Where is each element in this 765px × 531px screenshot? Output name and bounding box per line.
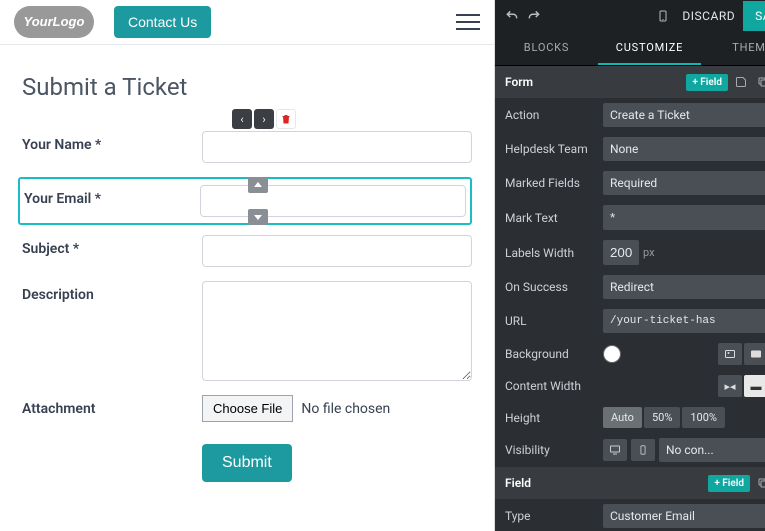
field-attachment[interactable]: Attachment Choose File No file chosen bbox=[22, 395, 472, 422]
svg-text:YourLogo: YourLogo bbox=[24, 14, 85, 29]
team-select[interactable]: None bbox=[603, 137, 765, 161]
action-select[interactable]: Create a Ticket bbox=[603, 103, 765, 127]
email-input[interactable] bbox=[200, 185, 466, 217]
bg-video-icon[interactable] bbox=[744, 343, 765, 365]
description-textarea[interactable] bbox=[202, 281, 472, 381]
prop-marktext: Mark Text bbox=[495, 200, 765, 235]
field-toolbar: ‹ › bbox=[232, 109, 296, 129]
tab-customize[interactable]: CUSTOMIZE bbox=[598, 32, 701, 65]
prop-url: URL /your-ticket-has⇱ bbox=[495, 304, 765, 338]
page-title: Submit a Ticket bbox=[22, 73, 472, 101]
tab-blocks[interactable]: BLOCKS bbox=[495, 32, 598, 65]
prop-height: Height Auto 50% 100% bbox=[495, 402, 765, 433]
prop-label: Labels Width bbox=[505, 246, 603, 260]
move-up-handle[interactable] bbox=[248, 177, 268, 193]
onsuccess-select[interactable]: Redirect bbox=[603, 275, 765, 299]
url-input[interactable]: /your-ticket-has⇱ bbox=[603, 309, 765, 333]
field-label: Subject * bbox=[22, 235, 202, 257]
prop-visibility: Visibility No con... bbox=[495, 433, 765, 467]
delete-field-button[interactable] bbox=[276, 109, 296, 129]
prop-label: Marked Fields bbox=[505, 176, 603, 190]
copy-section-icon[interactable] bbox=[754, 73, 765, 91]
mobile-preview-icon[interactable] bbox=[652, 5, 674, 27]
prop-label: Visibility bbox=[505, 443, 603, 457]
marktext-input[interactable] bbox=[603, 205, 765, 230]
prop-label: Action bbox=[505, 108, 603, 122]
prop-labels-width: Labels Width px bbox=[495, 235, 765, 270]
move-left-button[interactable]: ‹ bbox=[232, 109, 252, 129]
section-form-header: Form + Field bbox=[495, 66, 765, 98]
field-label: Your Email * bbox=[20, 185, 200, 207]
section-title: Form bbox=[505, 75, 686, 89]
prop-label: Helpdesk Team bbox=[505, 142, 603, 156]
editor-panel: DISCARD SAVE BLOCKS CUSTOMIZE THEME Form… bbox=[495, 0, 765, 531]
prop-label: Content Width bbox=[505, 379, 603, 393]
add-field-button[interactable]: + Field bbox=[708, 475, 750, 492]
discard-button[interactable]: DISCARD bbox=[674, 9, 743, 23]
prop-label: URL bbox=[505, 314, 603, 328]
save-section-icon[interactable] bbox=[732, 73, 750, 91]
prop-background: Background bbox=[495, 338, 765, 370]
prop-action: Action Create a Ticket bbox=[495, 98, 765, 132]
height-100[interactable]: 100% bbox=[682, 407, 725, 428]
prop-team: Helpdesk Team None bbox=[495, 132, 765, 166]
field-description[interactable]: Description bbox=[22, 281, 472, 381]
height-50[interactable]: 50% bbox=[644, 407, 680, 428]
prop-type: Type Customer Email bbox=[495, 499, 765, 531]
type-select[interactable]: Customer Email bbox=[603, 504, 765, 528]
bg-color-swatch[interactable] bbox=[603, 345, 621, 363]
prop-onsuccess: On Success Redirect bbox=[495, 270, 765, 304]
prop-label: Background bbox=[505, 347, 603, 361]
move-right-button[interactable]: › bbox=[254, 109, 274, 129]
file-status-text: No file chosen bbox=[301, 401, 390, 417]
subject-input[interactable] bbox=[202, 235, 472, 267]
field-label: Description bbox=[22, 281, 202, 303]
labels-width-input[interactable] bbox=[603, 240, 639, 265]
move-down-handle[interactable] bbox=[248, 209, 268, 225]
width-medium[interactable]: ▬ bbox=[744, 375, 765, 397]
bg-image-icon[interactable] bbox=[718, 343, 742, 365]
marked-select[interactable]: Required bbox=[603, 171, 765, 195]
field-subject[interactable]: Subject * bbox=[22, 235, 472, 267]
field-your-name[interactable]: ‹ › Your Name * bbox=[22, 131, 472, 163]
width-narrow[interactable]: ▸◂ bbox=[718, 375, 742, 397]
save-button[interactable]: SAVE bbox=[743, 1, 765, 31]
prop-label: On Success bbox=[505, 280, 603, 294]
section-field-header: Field + Field bbox=[495, 467, 765, 499]
tab-theme[interactable]: THEME bbox=[701, 32, 765, 65]
visibility-select[interactable]: No con... bbox=[659, 438, 765, 462]
name-input[interactable] bbox=[202, 131, 472, 163]
choose-file-button[interactable]: Choose File bbox=[202, 395, 293, 422]
prop-label: Height bbox=[505, 411, 603, 425]
height-auto[interactable]: Auto bbox=[603, 407, 642, 428]
website-preview: YourLogo Contact Us Submit a Ticket ‹ › … bbox=[0, 0, 495, 531]
field-label: Your Name * bbox=[22, 131, 202, 153]
prop-content-width: Content Width ▸◂ ▬ ◂▬▸ bbox=[495, 370, 765, 402]
editor-tabs: BLOCKS CUSTOMIZE THEME bbox=[495, 32, 765, 66]
submit-button[interactable]: Submit bbox=[202, 444, 292, 482]
prop-marked: Marked Fields Required bbox=[495, 166, 765, 200]
field-label: Attachment bbox=[22, 395, 202, 417]
vis-desktop-icon[interactable] bbox=[603, 439, 627, 461]
section-title: Field bbox=[505, 476, 708, 490]
preview-header: YourLogo Contact Us bbox=[0, 0, 494, 45]
menu-icon[interactable] bbox=[456, 14, 480, 30]
field-your-email[interactable]: Your Email * bbox=[18, 177, 472, 225]
copy-field-icon[interactable] bbox=[754, 474, 765, 492]
logo-placeholder[interactable]: YourLogo bbox=[14, 6, 94, 38]
vis-mobile-icon[interactable] bbox=[631, 439, 655, 461]
unit-text: px bbox=[643, 246, 655, 259]
editor-topbar: DISCARD SAVE bbox=[495, 0, 765, 32]
contact-us-button[interactable]: Contact Us bbox=[114, 6, 211, 38]
prop-label: Mark Text bbox=[505, 211, 603, 225]
prop-label: Type bbox=[505, 509, 603, 523]
redo-icon[interactable] bbox=[523, 5, 545, 27]
add-field-button[interactable]: + Field bbox=[686, 74, 728, 91]
undo-icon[interactable] bbox=[501, 5, 523, 27]
